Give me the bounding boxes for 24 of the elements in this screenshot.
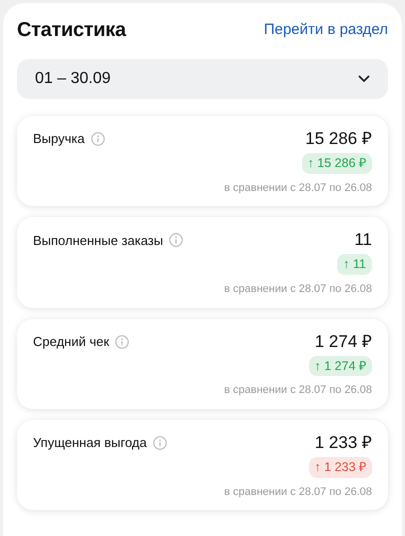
- change-badge: ↑ 15 286 ₽: [302, 153, 372, 174]
- info-icon[interactable]: [169, 233, 184, 248]
- metric-value: 11: [354, 229, 372, 252]
- comparison-note: в сравнении с 28.07 по 26.08: [224, 180, 372, 196]
- metric-label: Выручка: [33, 130, 85, 148]
- metric-label: Средний чек: [33, 332, 110, 351]
- metric-value: 15 286 ₽: [305, 128, 372, 150]
- change-badge: ↑ 1 233 ₽: [308, 456, 372, 478]
- section-title: Статистика: [17, 18, 126, 43]
- change-badge: ↑ 1 274 ₽: [308, 356, 372, 376]
- comparison-note: в сравнении с 28.07 по 26.08: [224, 484, 372, 500]
- metric-label: Выполненные заказы: [33, 232, 164, 250]
- comparison-note: в сравнении с 28.07 по 26.08: [224, 383, 372, 398]
- metric-value: 1 233 ₽: [314, 432, 372, 454]
- metric-label: Упущенная выгода: [33, 434, 147, 452]
- info-icon[interactable]: [115, 334, 130, 348]
- change-badge: ↑ 11: [337, 254, 372, 275]
- info-icon[interactable]: [152, 436, 167, 450]
- go-to-section-link[interactable]: Перейти в раздел: [264, 18, 388, 42]
- metric-value: 1 274 ₽: [314, 330, 372, 352]
- chevron-down-icon: [358, 75, 370, 83]
- period-dropdown[interactable]: 01 – 30.09: [17, 59, 388, 99]
- info-icon[interactable]: [90, 132, 105, 146]
- comparison-note: в сравнении с 28.07 по 26.08: [224, 282, 372, 297]
